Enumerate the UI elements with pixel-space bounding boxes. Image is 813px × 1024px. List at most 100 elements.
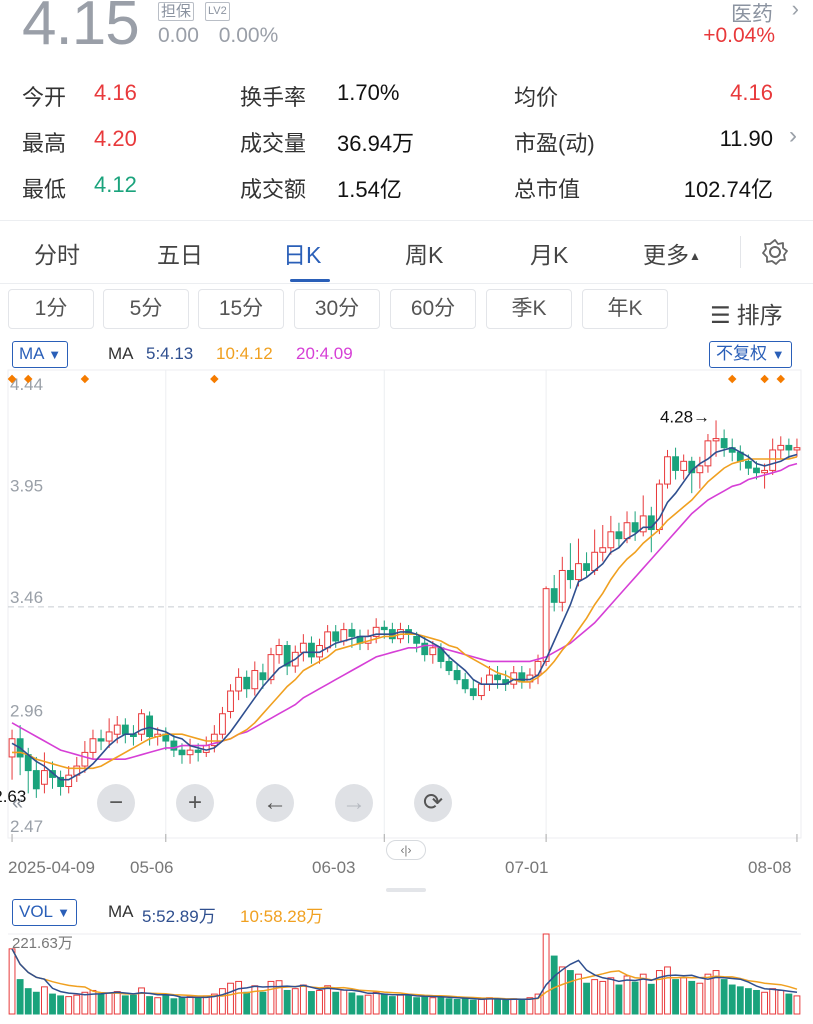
candle-body bbox=[105, 731, 113, 742]
volume-bar bbox=[736, 986, 744, 1015]
candle-body bbox=[534, 660, 542, 676]
event-marker bbox=[727, 374, 737, 384]
zoom-in-button[interactable]: + bbox=[176, 784, 214, 822]
volume-bar bbox=[647, 983, 655, 1015]
candle-body bbox=[599, 547, 607, 553]
candle bbox=[348, 622, 356, 648]
chevron-right-icon[interactable]: › bbox=[789, 122, 797, 150]
gear-icon[interactable] bbox=[760, 237, 790, 267]
volume-bar bbox=[178, 997, 186, 1015]
volume-label: 成交量 bbox=[240, 131, 307, 156]
last-price: 4.15 bbox=[22, 0, 140, 58]
candle bbox=[599, 524, 607, 562]
volume-bar bbox=[202, 995, 210, 1015]
drag-handle[interactable] bbox=[386, 888, 426, 892]
period-year-k[interactable]: 年K bbox=[582, 289, 668, 329]
scroll-left-button[interactable]: ← bbox=[256, 784, 294, 822]
volume-bar bbox=[130, 994, 137, 1015]
volume-bar bbox=[8, 948, 16, 1015]
period-60min[interactable]: 60分 bbox=[390, 289, 476, 329]
candle-body bbox=[461, 679, 469, 690]
candle bbox=[219, 706, 226, 739]
scroll-right-button[interactable]: → bbox=[335, 784, 373, 822]
period-1min[interactable]: 1分 bbox=[8, 289, 94, 329]
volume-chart[interactable]: 221.63万 bbox=[0, 926, 813, 1024]
volume-bar bbox=[680, 977, 688, 1015]
volume-bar bbox=[227, 982, 234, 1015]
candle-body bbox=[704, 440, 712, 467]
candle-body bbox=[712, 438, 720, 442]
mktcap-value: 102.74亿 bbox=[683, 177, 773, 202]
candle-body bbox=[332, 631, 340, 642]
caret-down-icon: ▼ bbox=[771, 347, 785, 362]
tab-more[interactable]: 更多▲ bbox=[643, 236, 701, 270]
caret-down-icon: ▼ bbox=[48, 347, 62, 362]
candle bbox=[639, 495, 647, 537]
candle bbox=[469, 679, 477, 701]
volume-bar bbox=[777, 989, 785, 1015]
tab-intraday[interactable]: 分时 bbox=[34, 236, 80, 270]
candle-body bbox=[680, 460, 688, 471]
adjust-select[interactable]: 不复权 ▼ bbox=[709, 341, 792, 368]
candle-body bbox=[413, 635, 421, 644]
tab-more-label: 更多 bbox=[643, 242, 689, 268]
splitter-handle[interactable]: ‹|› bbox=[386, 840, 426, 860]
collapse-left-icon[interactable]: « bbox=[12, 784, 42, 822]
volume-bar bbox=[105, 992, 113, 1015]
volume-bar bbox=[793, 995, 801, 1015]
candle bbox=[494, 665, 501, 689]
volume-bar bbox=[469, 999, 477, 1015]
pe-label[interactable]: 市盈(动) bbox=[514, 126, 595, 158]
ma5-value: 5:4.13 bbox=[146, 344, 194, 363]
tab-monthly-k[interactable]: 月K bbox=[530, 236, 568, 270]
volume-bar bbox=[623, 975, 631, 1015]
candle bbox=[680, 454, 688, 480]
ma-indicator-select[interactable]: MA ▼ bbox=[12, 341, 69, 368]
period-15min[interactable]: 15分 bbox=[198, 289, 284, 329]
candle-body bbox=[65, 774, 73, 788]
price-change: 0.00 0.00% bbox=[158, 24, 278, 48]
sort-button[interactable]: ☰ 排序 bbox=[710, 296, 783, 330]
rotate-screen-button[interactable]: ⟳ bbox=[414, 784, 452, 822]
candle-body bbox=[219, 713, 226, 735]
volume-bar bbox=[324, 985, 332, 1015]
volume-bar bbox=[599, 980, 607, 1015]
volume-bar bbox=[550, 955, 558, 1015]
tab-daily-k[interactable]: 日K bbox=[283, 236, 321, 270]
x-tick-label: 2025-04-09 bbox=[8, 858, 95, 877]
volume-bar bbox=[364, 994, 372, 1015]
candle-body bbox=[615, 531, 623, 540]
zoom-out-button[interactable]: − bbox=[97, 784, 135, 822]
volume-bar bbox=[445, 998, 453, 1015]
vol-indicator-select[interactable]: VOL ▼ bbox=[12, 899, 77, 926]
tab-five-day[interactable]: 五日 bbox=[157, 236, 203, 270]
candle-body bbox=[170, 740, 178, 751]
plot-border bbox=[7, 369, 802, 839]
candle bbox=[130, 725, 137, 746]
chevron-right-icon[interactable]: › bbox=[792, 0, 799, 22]
candle-body bbox=[194, 749, 202, 753]
volume-bar bbox=[510, 998, 518, 1015]
volume-bar bbox=[49, 993, 56, 1015]
volume-bar bbox=[41, 986, 48, 1015]
candle bbox=[275, 638, 283, 664]
event-marker bbox=[760, 374, 769, 384]
period-5min[interactable]: 5分 bbox=[103, 289, 189, 329]
candle bbox=[672, 447, 679, 480]
candle-body bbox=[41, 770, 48, 785]
tab-weekly-k[interactable]: 周K bbox=[405, 236, 443, 270]
ma20-value: 20:4.09 bbox=[296, 344, 353, 363]
candle-body bbox=[566, 569, 574, 581]
volume-bar bbox=[259, 991, 267, 1015]
volume-bar bbox=[73, 994, 81, 1015]
candle bbox=[720, 429, 728, 457]
candle-body bbox=[753, 467, 760, 474]
candle-body bbox=[591, 551, 599, 571]
volume-bar bbox=[397, 994, 404, 1015]
candle bbox=[647, 506, 655, 553]
candle-body bbox=[299, 642, 307, 653]
period-30min[interactable]: 30分 bbox=[294, 289, 380, 329]
period-quarter-k[interactable]: 季K bbox=[486, 289, 572, 329]
volume-bar bbox=[405, 995, 412, 1015]
pe-value[interactable]: 11.90 bbox=[720, 126, 773, 152]
